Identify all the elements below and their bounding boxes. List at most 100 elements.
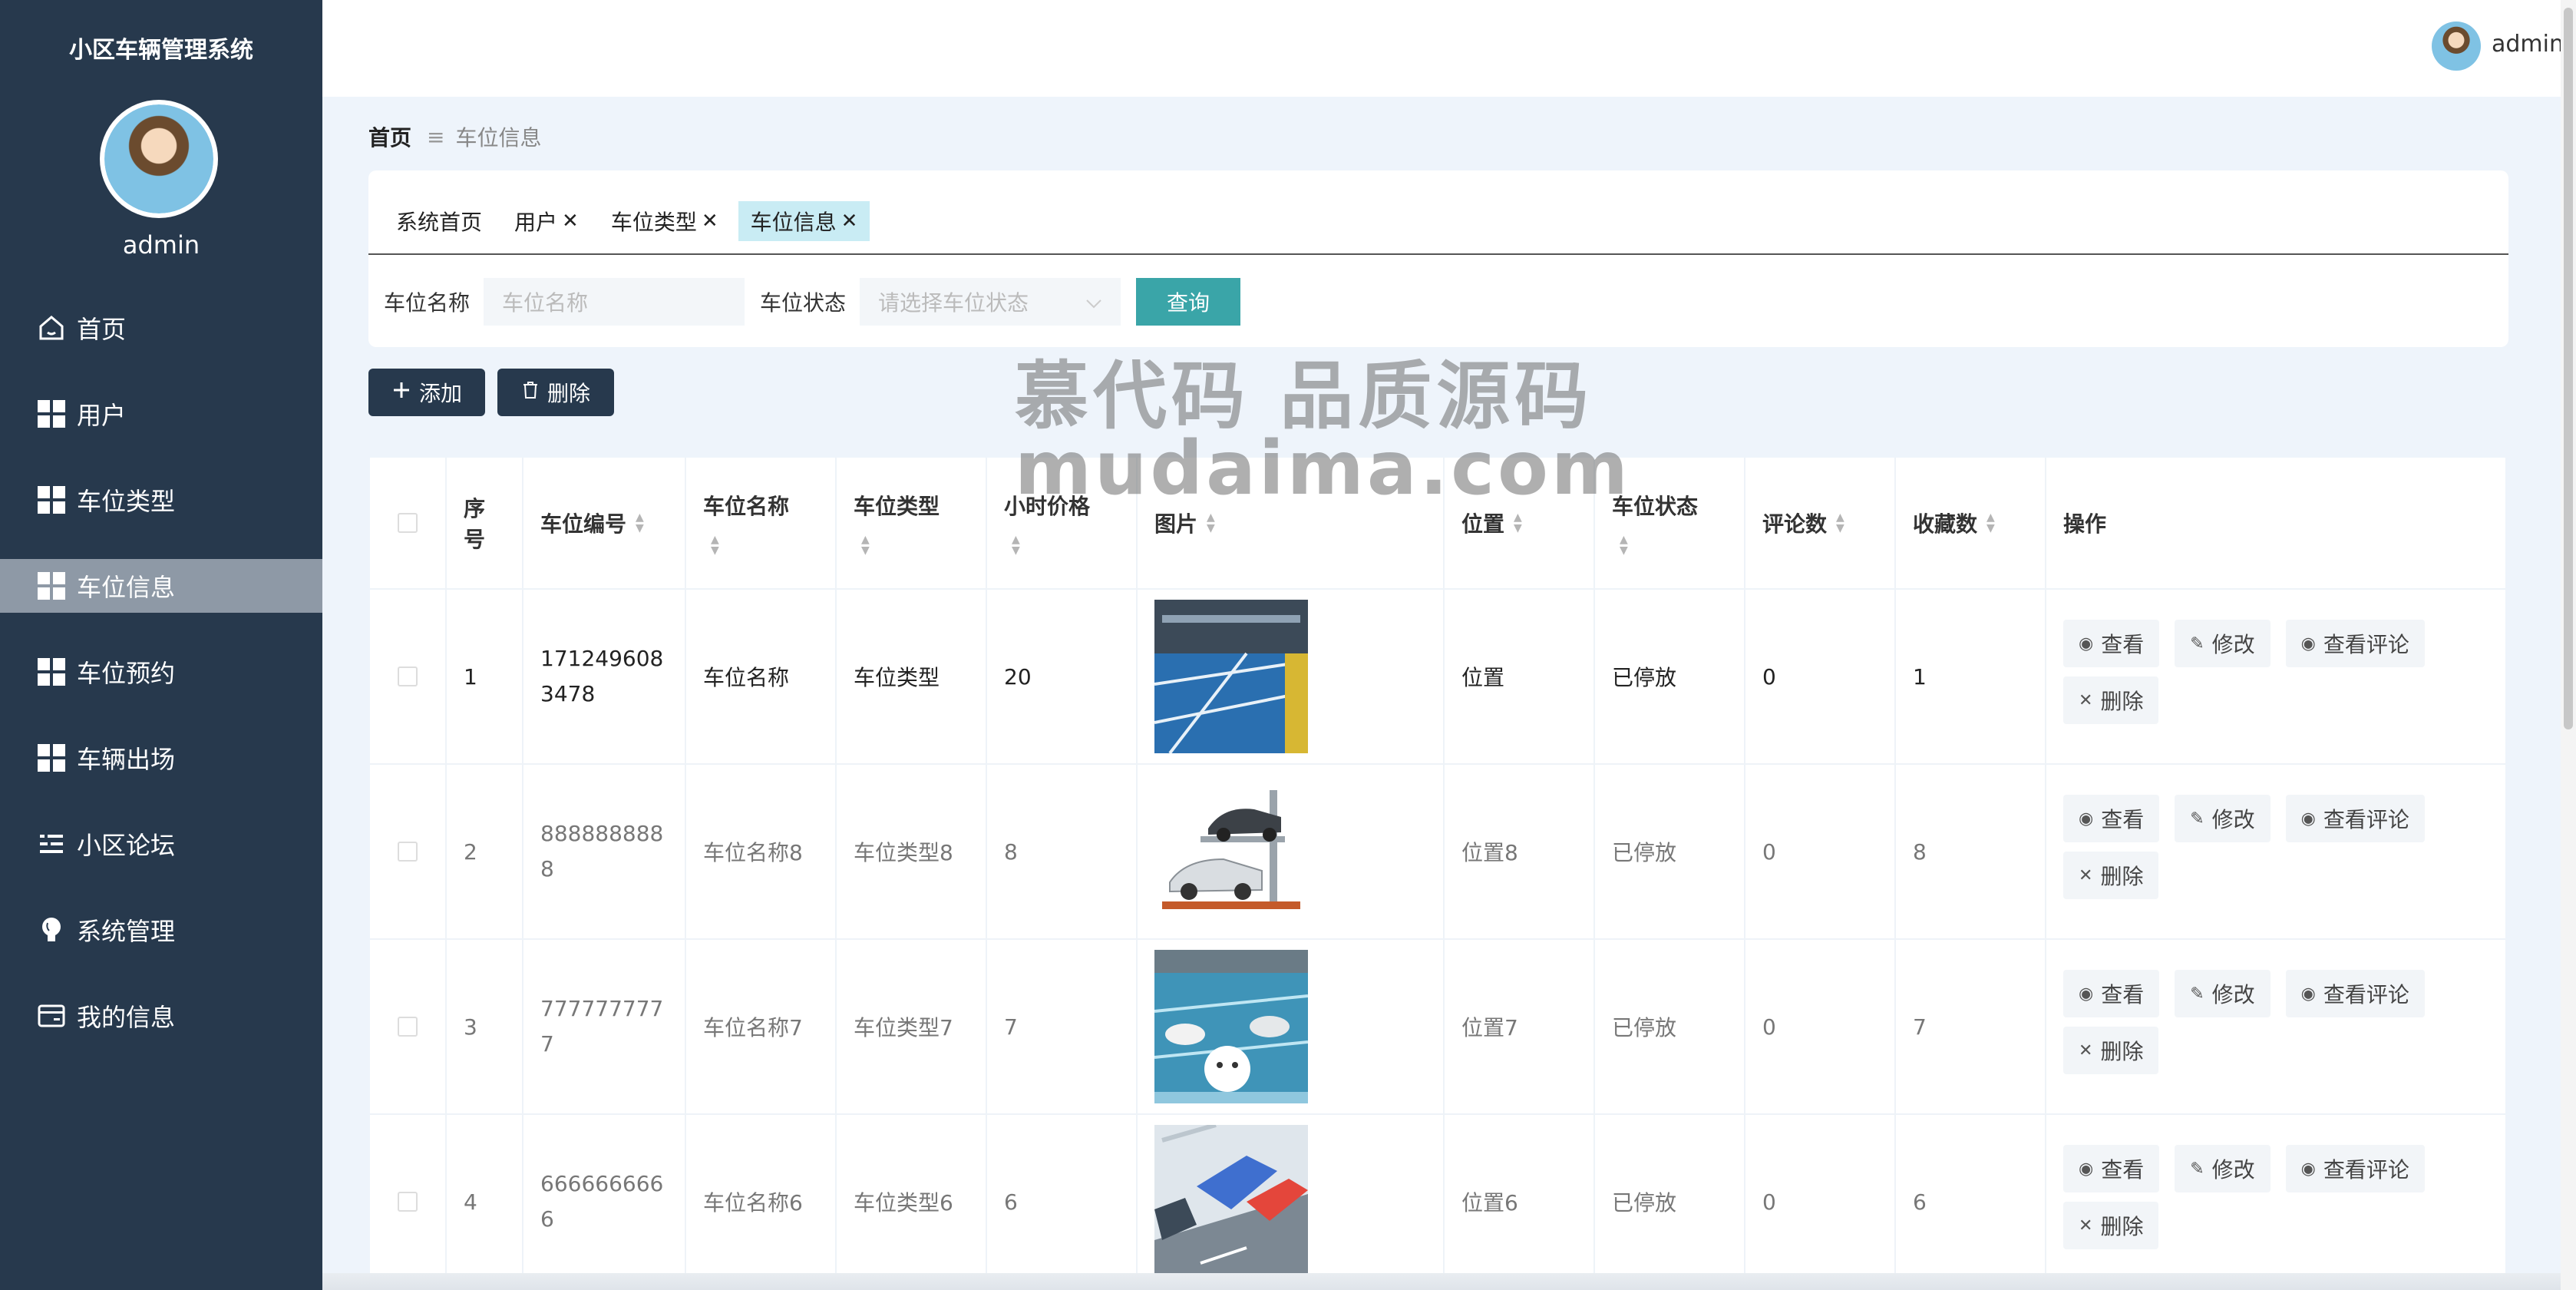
header-username[interactable]: admin (2492, 31, 2564, 58)
sort-icon[interactable]: ▲ ▼ (1514, 512, 1522, 534)
edit-button[interactable]: ✎ 修改 (2175, 970, 2271, 1017)
sort-icon[interactable]: ▲ ▼ (1986, 512, 1995, 534)
row-checkbox[interactable] (398, 842, 418, 862)
cell-price: 8 (1004, 838, 1018, 865)
query-button[interactable]: 查询 (1136, 278, 1241, 326)
sidebar-item-home[interactable]: 首页 (0, 301, 322, 355)
sidebar-item-system[interactable]: 系统管理 (0, 903, 322, 957)
row-checkbox[interactable] (398, 1192, 418, 1212)
header-image[interactable]: 图片 (1154, 508, 1197, 538)
view-comments-button[interactable]: ◉ 查看评论 (2285, 795, 2425, 842)
status-select-placeholder: 请选择车位状态 (878, 290, 1029, 316)
add-button[interactable]: 添加 (368, 369, 485, 416)
header-location[interactable]: 位置 (1461, 508, 1504, 538)
eye-icon: ◉ (2079, 984, 2094, 1004)
view-comments-button[interactable]: ◉ 查看评论 (2285, 1145, 2425, 1192)
tab-divider (368, 253, 2508, 255)
view-button[interactable]: ◉ 查看 (2063, 620, 2160, 667)
view-comments-button[interactable]: ◉ 查看评论 (2285, 970, 2425, 1017)
close-icon[interactable]: ✕ (841, 210, 858, 233)
delete-button[interactable]: 删除 (497, 369, 614, 416)
sort-icon[interactable]: ▲ ▼ (861, 534, 940, 556)
sidebar-item-label: 车位预约 (77, 659, 176, 688)
sort-icon[interactable]: ▲ ▼ (636, 512, 644, 534)
search-card: 系统首页 用户 ✕ 车位类型 ✕ 车位信息 ✕ 车位名称 车位名称 车位状态 请选择车… (368, 170, 2508, 347)
status-select[interactable]: 请选择车位状态 (860, 278, 1121, 326)
tab-space-type[interactable]: 车位类型 ✕ (598, 201, 731, 241)
tab-users[interactable]: 用户 ✕ (502, 201, 591, 241)
sort-icon[interactable]: ▲ ▼ (1207, 512, 1215, 534)
view-comments-button[interactable]: ◉ 查看评论 (2285, 620, 2425, 667)
garage-photo[interactable] (1154, 600, 1308, 753)
cell-status: 已停放 (1612, 840, 1677, 865)
view-button[interactable]: ◉ 查看 (2063, 795, 2160, 842)
sidebar-item-space-type[interactable]: 车位类型 (0, 473, 322, 527)
user-avatar[interactable] (2432, 22, 2481, 71)
sidebar: 小区车辆管理系统 admin 首页 用户 车位类型 车位信息 车位预约 车辆出场 (0, 0, 322, 1290)
add-button-label: 添加 (418, 381, 462, 406)
close-icon[interactable]: ✕ (562, 210, 579, 233)
breadcrumb-home[interactable]: 首页 (368, 121, 411, 152)
tab-space-info[interactable]: 车位信息 ✕ (738, 201, 870, 241)
row-delete-button[interactable]: ✕ 删除 (2063, 1027, 2159, 1074)
close-icon[interactable]: ✕ (702, 210, 718, 233)
edit-button[interactable]: ✎ 修改 (2175, 1145, 2271, 1192)
close-icon: ✕ (2079, 1216, 2093, 1235)
sort-icon[interactable]: ▲ ▼ (1620, 534, 1698, 556)
sidebar-item-users[interactable]: 用户 (0, 387, 322, 441)
row-checkbox[interactable] (398, 666, 418, 686)
name-search-input[interactable]: 车位名称 (484, 278, 745, 326)
parking-illustration[interactable] (1154, 950, 1308, 1103)
breadcrumb-separator-icon: ≡ (427, 124, 445, 150)
row-delete-label: 删除 (2100, 1214, 2144, 1239)
cell-name: 车位名称7 (703, 1015, 803, 1040)
cell-favorites: 7 (1913, 1014, 1927, 1040)
row-delete-button[interactable]: ✕ 删除 (2063, 1202, 2159, 1249)
grid-icon (37, 657, 66, 686)
edit-button[interactable]: ✎ 修改 (2175, 620, 2271, 667)
sort-icon[interactable]: ▲ ▼ (1012, 534, 1090, 556)
lift-parking-photo[interactable] (1154, 775, 1308, 928)
cell-price: 20 (1004, 663, 1032, 690)
header-comments[interactable]: 评论数 (1762, 508, 1827, 538)
cell-comments: 0 (1762, 663, 1776, 690)
sort-icon[interactable]: ▲ ▼ (711, 534, 789, 556)
sidebar-menu: 首页 用户 车位类型 车位信息 车位预约 车辆出场 小区论坛 系统管理 我的信息 (0, 301, 322, 1075)
top-bar: admin (322, 0, 2564, 97)
scrollbar[interactable] (2561, 0, 2576, 1290)
select-all-checkbox[interactable] (398, 513, 418, 533)
sidebar-item-vehicle-exit[interactable]: 车辆出场 (0, 731, 322, 785)
tab-system-home[interactable]: 系统首页 (384, 201, 495, 241)
view-button[interactable]: ◉ 查看 (2063, 970, 2160, 1017)
cell-type: 车位类型7 (854, 1015, 953, 1040)
card-icon (37, 1001, 66, 1030)
row-checkbox[interactable] (398, 1017, 418, 1037)
header-name[interactable]: 车位名称 (703, 490, 789, 521)
header-code[interactable]: 车位编号 (540, 508, 626, 538)
chevron-down-icon (1085, 289, 1102, 315)
view-comments-label: 查看评论 (2323, 807, 2409, 832)
sidebar-item-reservation[interactable]: 车位预约 (0, 645, 322, 699)
sidebar-item-space-info[interactable]: 车位信息 (0, 559, 322, 613)
scrollbar-thumb[interactable] (2564, 8, 2573, 729)
row-delete-button[interactable]: ✕ 删除 (2063, 676, 2159, 724)
cell-favorites: 8 (1913, 838, 1927, 865)
header-favorites[interactable]: 收藏数 (1913, 508, 1977, 538)
edit-button[interactable]: ✎ 修改 (2175, 795, 2271, 842)
edit-icon: ✎ (2190, 984, 2204, 1004)
sidebar-item-forum[interactable]: 小区论坛 (0, 817, 322, 871)
row-delete-button[interactable]: ✕ 删除 (2063, 852, 2159, 899)
home-icon (37, 313, 66, 342)
edit-label: 修改 (2211, 1157, 2255, 1182)
cell-favorites: 1 (1913, 663, 1927, 690)
view-button[interactable]: ◉ 查看 (2063, 1145, 2160, 1192)
tab-label: 车位信息 (750, 210, 837, 235)
table-row: 2 8888888888 车位名称8 车位类型8 8 位置8 已停放 0 8 ◉… (370, 765, 2505, 940)
sidebar-item-label: 车位信息 (77, 573, 176, 602)
cell-location: 位置7 (1461, 1015, 1518, 1040)
sidebar-item-my-info[interactable]: 我的信息 (0, 989, 322, 1043)
cars-illustration[interactable] (1154, 1125, 1308, 1278)
status-label: 车位状态 (760, 290, 847, 316)
sort-icon[interactable]: ▲ ▼ (1836, 512, 1844, 534)
header-type[interactable]: 车位类型 (854, 490, 940, 521)
